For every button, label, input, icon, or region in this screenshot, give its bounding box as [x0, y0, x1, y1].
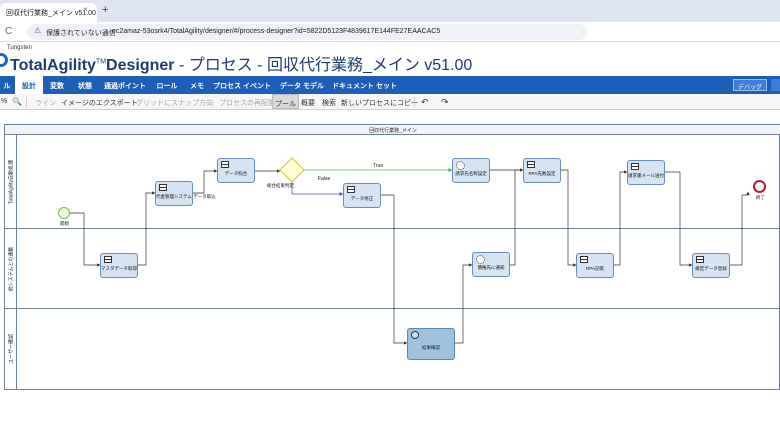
- task-icon: [580, 256, 588, 263]
- gateway-label: 総合結果判定: [267, 183, 294, 188]
- task-customer-notify[interactable]: 債権先に通知: [472, 252, 510, 277]
- task-icon: [527, 161, 535, 168]
- task-settlement-import[interactable]: 代金管理システム データ取込: [155, 181, 216, 206]
- task-rpa-record[interactable]: RPA記帳: [576, 253, 614, 278]
- task-icon: [631, 163, 639, 170]
- end-event-label: 終了: [756, 195, 765, 200]
- task-icon: [696, 256, 704, 263]
- service-task-icon: [456, 161, 465, 170]
- task-invoice-mail[interactable]: 請求書メール送付: [627, 160, 665, 185]
- end-event[interactable]: [753, 180, 766, 193]
- flow-label-false: False: [318, 176, 331, 182]
- task-user-confirm[interactable]: 結果確認: [407, 328, 455, 360]
- task-master-fetch[interactable]: マスタデータ取得: [100, 253, 138, 278]
- task-icon: [221, 161, 229, 168]
- task-billing-settings[interactable]: 請求先名称設定: [452, 158, 490, 183]
- start-event-label: 開始: [60, 221, 69, 226]
- start-event[interactable]: [58, 207, 70, 219]
- task-reconcile[interactable]: データ照合: [217, 158, 255, 183]
- task-data-adjust[interactable]: データ修正: [343, 183, 381, 208]
- flow-connectors: [70, 168, 750, 345]
- flow-label-true: True: [373, 163, 384, 169]
- task-icon: [159, 184, 167, 191]
- task-icon: [104, 256, 112, 263]
- service-task-icon: [476, 255, 485, 264]
- task-icon: [347, 186, 355, 193]
- user-task-icon: [411, 331, 419, 339]
- task-confirm-register[interactable]: 確定データ登録: [692, 253, 730, 278]
- task-rpa-settings[interactable]: RPA先数設定: [523, 158, 561, 183]
